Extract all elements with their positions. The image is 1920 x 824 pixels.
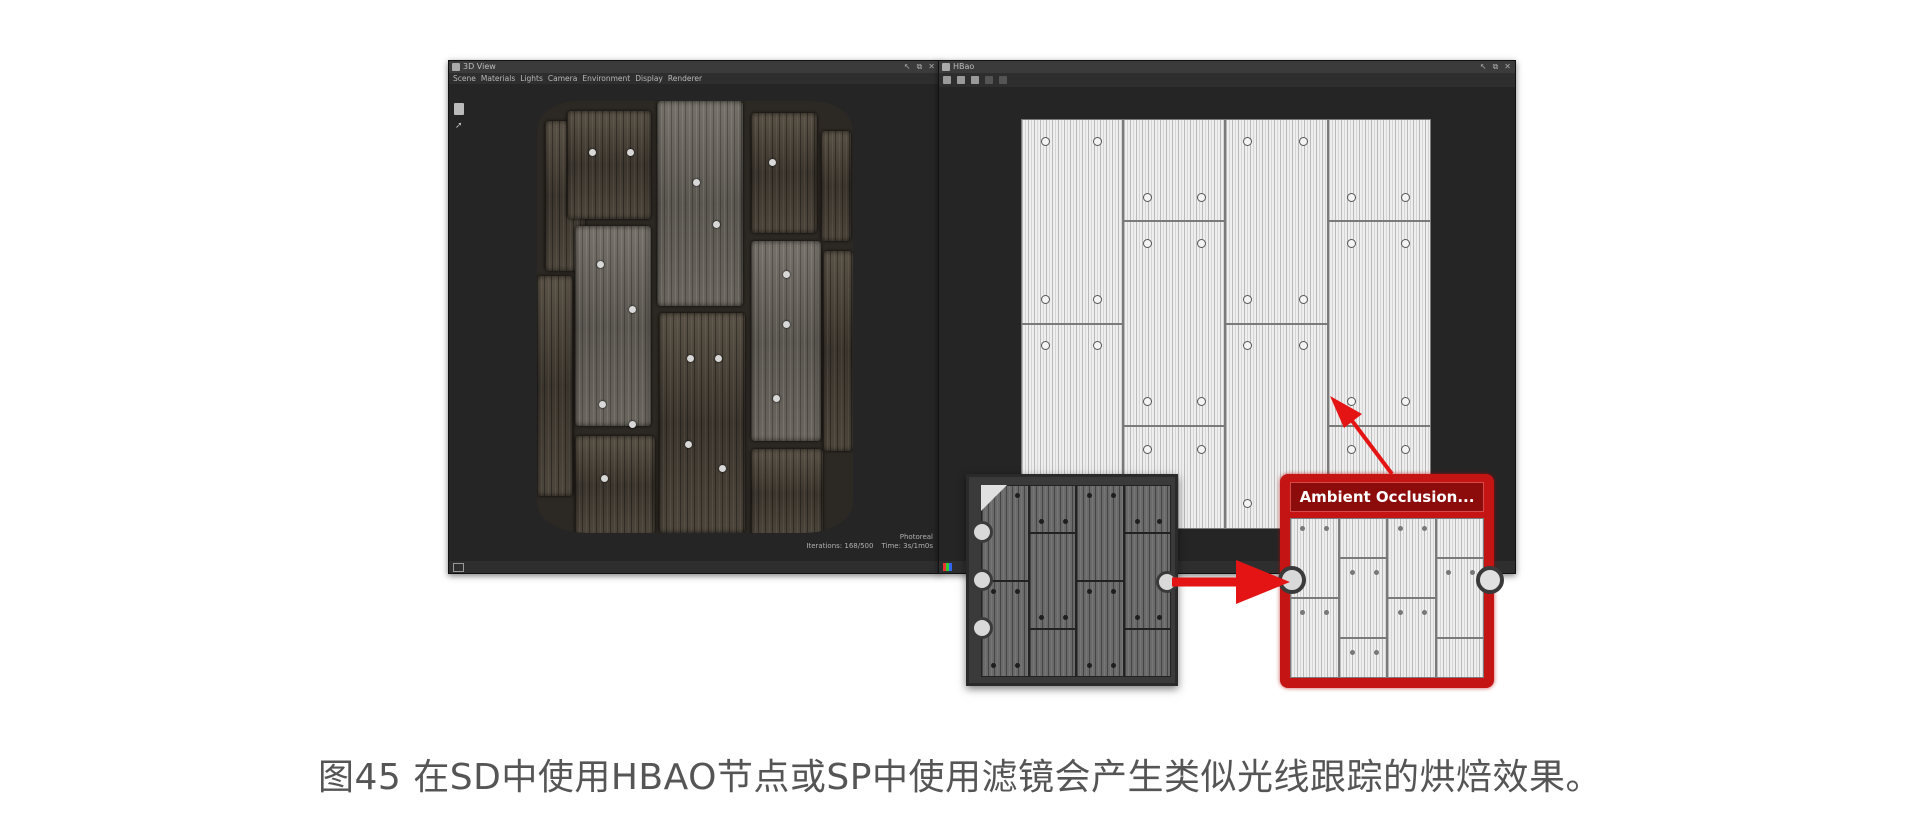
- hbao-window-icon: [942, 63, 950, 71]
- menu-scene[interactable]: Scene: [453, 73, 476, 84]
- ao-input-socket[interactable]: [1278, 566, 1306, 594]
- menu-camera[interactable]: Camera: [548, 73, 577, 84]
- hbao-toolbar: [939, 73, 1515, 87]
- export-icon[interactable]: [971, 76, 979, 84]
- hbao-title: HBao: [953, 62, 975, 71]
- hbao-node-thumbnail: [981, 485, 1171, 677]
- view3d-titlebar[interactable]: 3D View ↖ ⧉ ✕: [449, 61, 939, 73]
- hbao-input-socket-1[interactable]: [971, 521, 993, 543]
- camera-icon[interactable]: [453, 563, 464, 572]
- close-icon[interactable]: ✕: [928, 61, 935, 73]
- view3d-menubar: Scene Materials Lights Camera Environmen…: [449, 73, 939, 84]
- save-icon[interactable]: [957, 76, 965, 84]
- ao-node-thumbnail: [1290, 518, 1484, 678]
- hbao-input-socket-2[interactable]: [971, 569, 993, 591]
- view3d-panel: 3D View ↖ ⧉ ✕ Scene Materials Lights Cam…: [448, 60, 940, 574]
- ao-node-header: Ambient Occlusion...: [1290, 482, 1484, 512]
- view3d-window-buttons: ↖ ⧉ ✕: [904, 61, 935, 73]
- iterations-label: Iterations: 168/500: [806, 542, 874, 550]
- undo-icon[interactable]: [985, 76, 993, 84]
- menu-lights[interactable]: Lights: [520, 73, 543, 84]
- close-icon[interactable]: ✕: [1504, 61, 1511, 73]
- menu-renderer[interactable]: Renderer: [668, 73, 702, 84]
- time-label: Time: 3s/1m0s: [881, 542, 933, 550]
- hbao-titlebar[interactable]: HBao ↖ ⧉ ✕: [939, 61, 1515, 73]
- render-stats: Iterations: 168/500 Time: 3s/1m0s: [806, 542, 933, 550]
- ao-node-title: Ambient Occlusion...: [1299, 488, 1475, 506]
- menu-display[interactable]: Display: [635, 73, 663, 84]
- pin-icon[interactable]: ↖: [1480, 61, 1487, 73]
- view3d-window-icon: [452, 63, 460, 71]
- copy-icon[interactable]: [943, 76, 951, 84]
- hbao-node[interactable]: [966, 474, 1178, 686]
- float-icon[interactable]: ⧉: [917, 61, 923, 73]
- menu-environment[interactable]: Environment: [582, 73, 630, 84]
- redo-icon[interactable]: [999, 76, 1007, 84]
- figure-caption: 图45 在SD中使用HBAO节点或SP中使用滤镜会产生类似光线跟踪的烘焙效果。: [318, 757, 1602, 798]
- hbao-texture-preview: [1021, 119, 1431, 529]
- node-corner-marker: [981, 485, 1007, 511]
- hbao-input-socket-3[interactable]: [971, 617, 993, 639]
- select-tool-icon[interactable]: [454, 103, 464, 115]
- render-mode-label: Photoreal: [899, 533, 933, 541]
- wood-cylinder-render: [537, 101, 853, 533]
- view3d-title: 3D View: [463, 62, 496, 71]
- pin-icon[interactable]: ↖: [904, 61, 911, 73]
- view3d-statusbar: [449, 561, 939, 573]
- ambient-occlusion-node[interactable]: Ambient Occlusion...: [1278, 474, 1504, 688]
- float-icon[interactable]: ⧉: [1493, 61, 1499, 73]
- ao-output-socket[interactable]: [1476, 566, 1504, 594]
- arrow-tool-icon[interactable]: ➚: [455, 121, 463, 131]
- channel-icon[interactable]: [943, 563, 952, 571]
- menu-materials[interactable]: Materials: [481, 73, 515, 84]
- hbao-window-buttons: ↖ ⧉ ✕: [1480, 61, 1511, 73]
- hbao-output-socket[interactable]: [1156, 571, 1178, 593]
